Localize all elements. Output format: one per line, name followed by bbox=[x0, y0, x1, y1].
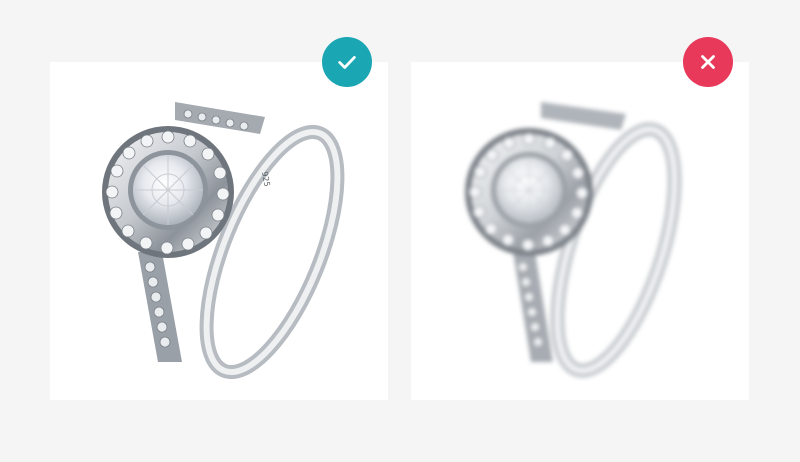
ring-blurred-image bbox=[465, 102, 682, 378]
approved-badge bbox=[322, 37, 372, 87]
rejected-badge bbox=[683, 37, 733, 87]
blurred-image-panel bbox=[411, 62, 749, 400]
check-icon bbox=[338, 56, 356, 69]
engraving-text: 925 bbox=[260, 171, 272, 188]
close-icon bbox=[701, 55, 715, 69]
ring-sharp-image: 925 bbox=[102, 102, 345, 380]
sharp-image-panel: 925 bbox=[50, 62, 388, 400]
